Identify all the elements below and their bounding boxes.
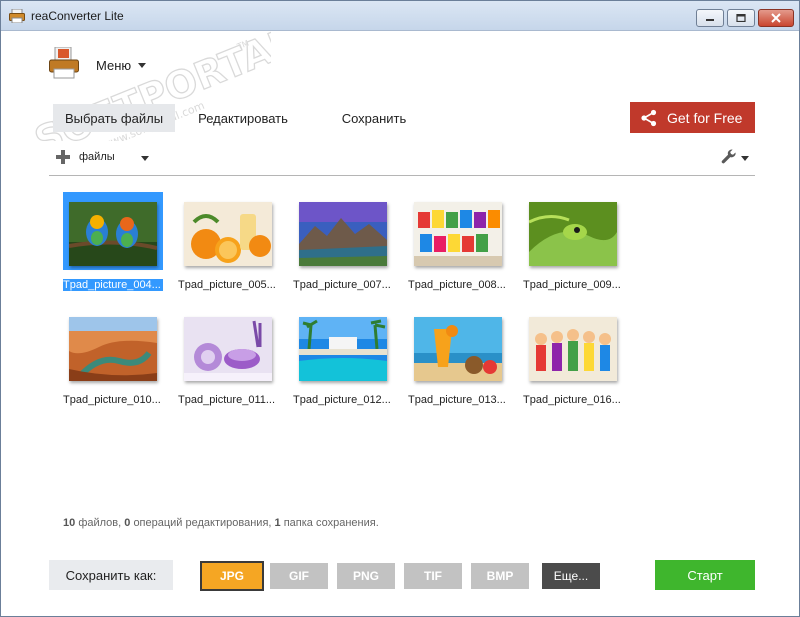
thumbnail-caption: Tpad_picture_013...: [408, 394, 506, 406]
plus-icon[interactable]: [56, 150, 70, 164]
thumbnail-caption: Tpad_picture_009...: [523, 279, 621, 291]
format-jpg-button[interactable]: JPG: [200, 561, 264, 591]
files-chevron-down-icon[interactable]: [141, 156, 149, 161]
thumbnail-image-pool-resort: [299, 317, 387, 381]
files-count: 10: [63, 517, 76, 529]
get-for-free-button[interactable]: Get for Free: [630, 102, 755, 133]
menu-button[interactable]: Меню: [96, 58, 131, 73]
start-button[interactable]: Старт: [655, 560, 755, 590]
thumbnail-caption: Tpad_picture_016...: [523, 394, 621, 406]
thumbnail-caption: Tpad_picture_004...: [63, 279, 163, 291]
tab-save[interactable]: Сохранить: [319, 104, 429, 132]
settings-chevron-down-icon[interactable]: [741, 156, 749, 161]
thumbnail-image-beach-cocktail: [414, 317, 502, 381]
app-window: reaConverter Lite SOFTPORTAL www.softpor…: [0, 0, 800, 617]
save-as-label: Сохранить как:: [49, 560, 173, 590]
format-bmp-button[interactable]: BMP: [471, 563, 529, 589]
close-icon: [771, 13, 781, 23]
thumbnail-image-oranges: [184, 202, 272, 266]
thumbnail-item[interactable]: [63, 192, 163, 270]
thumbnail-image-fairies: [529, 317, 617, 381]
thumbnail-caption: Tpad_picture_011...: [178, 394, 276, 406]
menu-chevron-down-icon[interactable]: [138, 63, 146, 68]
more-formats-button[interactable]: Еще...: [542, 563, 600, 589]
thumbnail-caption: Tpad_picture_012...: [293, 394, 391, 406]
title-bar: reaConverter Lite: [1, 1, 799, 31]
thumbnail-image-colorful-jars: [414, 202, 502, 266]
get-for-free-label: Get for Free: [667, 109, 743, 126]
operations-count: 0: [124, 517, 131, 529]
folders-count: 1: [274, 517, 281, 529]
minimize-button[interactable]: [696, 9, 724, 27]
window-title: reaConverter Lite: [31, 9, 124, 23]
status-summary: 10 файлов, 0 операций редактирования, 1 …: [63, 517, 379, 529]
folders-text: папка сохранения.: [283, 517, 379, 529]
minimize-icon: [706, 19, 714, 21]
watermark-tm: TM: [235, 38, 250, 51]
thumbnail-image-mountains: [299, 202, 387, 266]
format-png-button[interactable]: PNG: [337, 563, 395, 589]
maximize-button[interactable]: [727, 9, 755, 27]
tab-choose-files[interactable]: Выбрать файлы: [53, 104, 175, 132]
share-icon: [641, 109, 657, 126]
thumbnail-image-lavender-spa: [184, 317, 272, 381]
format-gif-button[interactable]: GIF: [270, 563, 328, 589]
files-text: файлов,: [78, 517, 122, 529]
format-tif-button[interactable]: TIF: [404, 563, 462, 589]
tab-edit[interactable]: Редактировать: [185, 104, 301, 132]
toolbar-divider: [49, 175, 755, 176]
wrench-icon[interactable]: [721, 149, 737, 165]
maximize-icon: [736, 14, 746, 22]
thumbnail-caption: Tpad_picture_007...: [293, 279, 391, 291]
thumbnail-caption: Tpad_picture_010...: [63, 394, 161, 406]
printer-app-icon: [9, 9, 25, 23]
thumbnail-image-canyon: [69, 317, 157, 381]
app-logo-icon: [49, 47, 79, 79]
thumbnail-caption: Tpad_picture_008...: [408, 279, 506, 291]
add-files-button[interactable]: файлы: [79, 151, 115, 163]
thumbnail-image-parrots: [69, 202, 157, 266]
close-button[interactable]: [758, 9, 794, 27]
thumbnail-caption: Tpad_picture_005...: [178, 279, 276, 291]
operations-text: операций редактирования,: [133, 517, 272, 529]
thumbnail-image-green-snake: [529, 202, 617, 266]
